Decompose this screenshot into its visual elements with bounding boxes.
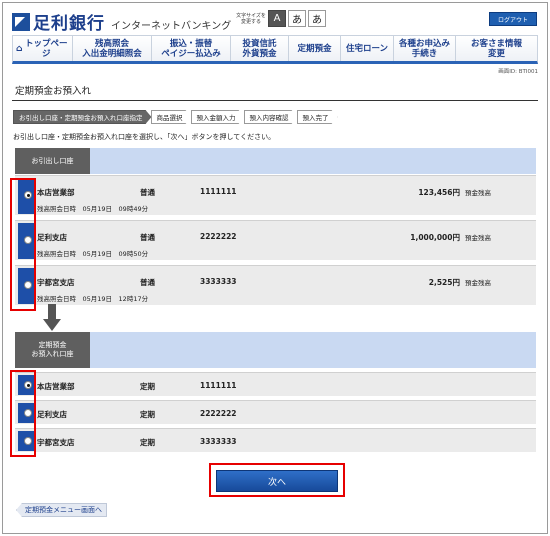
header: 足利銀行 インターネットバンキング 文字サイズを変更する A あ あ ログアウト [3, 3, 547, 35]
bank-name: 足利銀行 [33, 14, 105, 34]
inquiry-time: 残高照会日時 05月19日 09時49分 [37, 205, 149, 213]
logout-button[interactable]: ログアウト [489, 12, 537, 26]
step-confirm: 預入内容確認 [244, 110, 298, 124]
account-number: 3333333 [200, 277, 237, 286]
inquiry-time: 残高照会日時 05月19日 12時17分 [37, 295, 149, 303]
step-amount-input: 預入金額入力 [191, 110, 245, 124]
branch-name: 足利支店 [37, 410, 67, 419]
withdraw-account-row[interactable]: 宇都宮支店 普通 3333333 2,525円 預金残高 残高照会日時 05月1… [15, 265, 536, 305]
inquiry-time: 残高照会日時 05月19日 09時50分 [37, 250, 149, 258]
app-window: 足利銀行 インターネットバンキング 文字サイズを変更する A あ あ ログアウト… [2, 2, 548, 534]
nav-item-applications[interactable]: 各種お申込み 手続き [394, 36, 456, 61]
branch-name: 本店営業部 [37, 188, 75, 197]
balance-amount: 1,000,000円 [410, 233, 460, 242]
nav-item-investment[interactable]: 投資信託 外貨預金 [231, 36, 289, 61]
step-indicator: お引出し口座・定期預金お預入れ口座指定 商品選択 預入金額入力 預入内容確認 預… [13, 110, 337, 124]
balance-label: 預金残高 [465, 234, 491, 242]
deposit-account-row[interactable]: 宇都宮支店 定期 3333333 [15, 428, 536, 452]
nav-label-top: トップページ [24, 38, 68, 59]
withdraw-highlight-box [10, 178, 36, 311]
font-size-small-button[interactable]: A [268, 10, 286, 27]
down-arrow-icon [43, 304, 61, 334]
withdraw-section-header: お引出し口座 [15, 148, 536, 174]
deposit-section-label: 定期預金 お預入れ口座 [15, 332, 90, 368]
step-product-selection: 商品選択 [151, 110, 192, 124]
step-account-selection: お引出し口座・定期預金お預入れ口座指定 [13, 110, 152, 124]
account-type: 定期 [140, 410, 155, 419]
font-size-label: 文字サイズを変更する [236, 12, 266, 25]
font-size-medium-button[interactable]: あ [288, 10, 306, 27]
home-icon: ⌂ [16, 43, 23, 54]
withdraw-account-row[interactable]: 足利支店 普通 2222222 1,000,000円 預金残高 残高照会日時 0… [15, 220, 536, 260]
logo-mark-icon [12, 12, 30, 31]
font-size-large-button[interactable]: あ [308, 10, 326, 27]
account-number: 1111111 [200, 381, 237, 390]
nav-item-customer-info[interactable]: お客さま情報 変更 [456, 36, 537, 61]
nav-item-top[interactable]: ⌂ トップページ [13, 36, 73, 61]
main-nav: ⌂ トップページ 残高照会 入出金明細照会 振込・振替 ペイジー払込み 投資信託 … [12, 35, 538, 64]
branch-name: 宇都宮支店 [37, 278, 75, 287]
nav-item-time-deposit[interactable]: 定期預金 [289, 36, 341, 61]
balance-label: 預金残高 [465, 279, 491, 287]
account-number: 2222222 [200, 409, 237, 418]
account-number: 2222222 [200, 232, 237, 241]
balance-amount: 123,456円 [418, 188, 460, 197]
account-type: 定期 [140, 382, 155, 391]
back-to-menu-link[interactable]: 定期預金メニュー画面へ [16, 503, 107, 517]
account-type: 普通 [140, 278, 155, 287]
deposit-section-header: 定期預金 お預入れ口座 [15, 332, 536, 368]
nav-item-balance[interactable]: 残高照会 入出金明細照会 [73, 36, 152, 61]
account-type: 普通 [140, 188, 155, 197]
instruction-text: お引出し口座・定期預金お預入れ口座を選択し、「次へ」ボタンを押してください。 [13, 133, 276, 141]
account-number: 3333333 [200, 437, 237, 446]
branch-name: 足利支店 [37, 233, 67, 242]
screen-id: 画面ID: BTI001 [498, 69, 538, 75]
nav-item-housing-loan[interactable]: 住宅ローン [341, 36, 394, 61]
account-type: 普通 [140, 233, 155, 242]
service-name: インターネットバンキング [111, 20, 232, 32]
balance-amount: 2,525円 [428, 278, 460, 287]
nav-item-transfer[interactable]: 振込・振替 ペイジー払込み [152, 36, 231, 61]
deposit-account-row[interactable]: 足利支店 定期 2222222 [15, 400, 536, 424]
balance-label: 預金残高 [465, 189, 491, 197]
step-complete: 預入完了 [297, 110, 338, 124]
deposit-highlight-box [10, 370, 36, 457]
bank-logo[interactable]: 足利銀行 インターネットバンキング [12, 9, 231, 34]
next-button[interactable]: 次へ [216, 470, 338, 492]
withdraw-account-row[interactable]: 本店営業部 普通 1111111 123,456円 預金残高 残高照会日時 05… [15, 175, 536, 215]
branch-name: 宇都宮支店 [37, 438, 75, 447]
withdraw-section-label: お引出し口座 [15, 148, 90, 174]
account-number: 1111111 [200, 187, 237, 196]
font-size-switcher: 文字サイズを変更する A あ あ [236, 10, 326, 27]
account-type: 定期 [140, 438, 155, 447]
branch-name: 本店営業部 [37, 382, 75, 391]
page-title: 定期預金お預入れ [12, 83, 538, 101]
deposit-account-row[interactable]: 本店営業部 定期 1111111 [15, 372, 536, 396]
